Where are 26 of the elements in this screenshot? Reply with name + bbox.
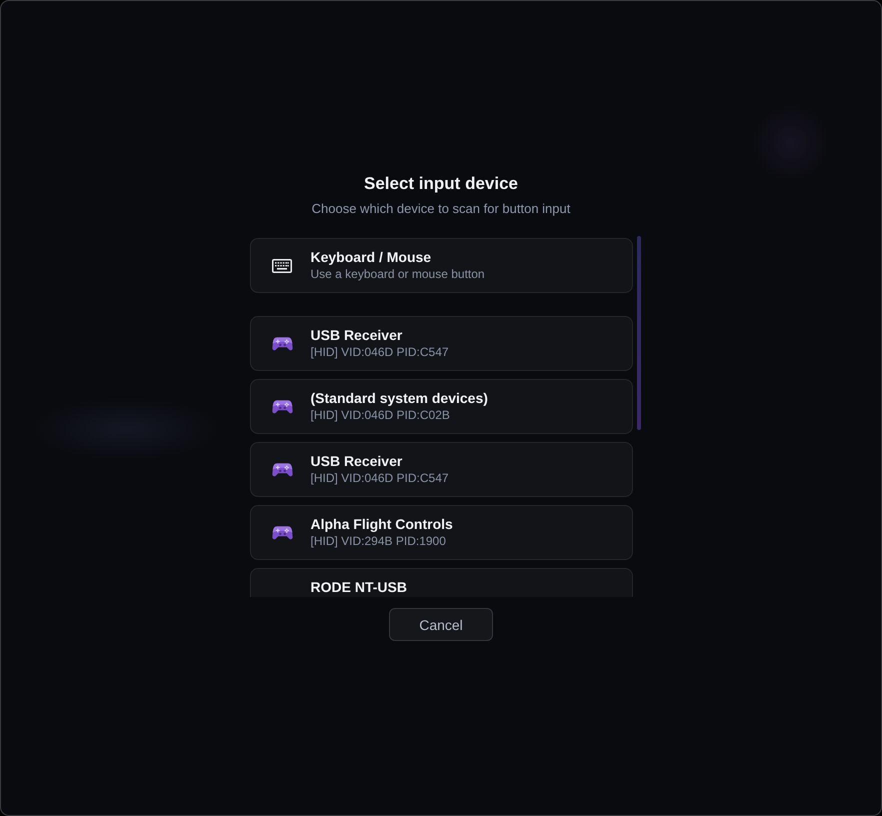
device-name: USB Receiver <box>310 327 404 344</box>
device-detail: Use a keyboard or mouse button <box>310 267 485 282</box>
gamepad-icon <box>272 525 292 540</box>
device-name: USB Receiver <box>310 453 404 470</box>
device-detail: [HID] VID:046D PID:C547 <box>310 471 449 486</box>
keyboard-icon <box>272 258 292 272</box>
gamepad-icon <box>272 462 292 477</box>
dialog-subtitle: Choose which device to scan for button input <box>312 200 570 218</box>
scrollbar-thumb[interactable] <box>636 236 640 430</box>
gamepad-icon <box>272 399 292 414</box>
device-option[interactable]: (Standard system devices) [HID] VID:046D PID:C02B <box>250 379 632 434</box>
dialog-title: Select input device <box>364 173 518 195</box>
device-detail: [HID] VID:046D PID:C02B <box>310 408 451 423</box>
device-option[interactable]: USB Receiver [HID] VID:046D PID:C547 <box>250 316 632 371</box>
gamepad-icon <box>272 336 292 351</box>
device-detail: [HID] VID:046D PID:C547 <box>310 345 449 360</box>
device-name: Keyboard / Mouse <box>310 249 432 266</box>
device-name: Alpha Flight Controls <box>310 516 453 533</box>
device-name: (Standard system devices) <box>310 390 488 407</box>
cancel-button[interactable]: Cancel <box>389 608 493 641</box>
device-option[interactable]: RODE NT-USB <box>250 568 632 597</box>
device-option[interactable]: Keyboard / Mouse Use a keyboard or mouse button <box>250 238 632 293</box>
device-detail: [HID] VID:294B PID:1900 <box>310 534 447 549</box>
device-option[interactable]: USB Receiver [HID] VID:046D PID:C547 <box>250 442 632 497</box>
device-option[interactable]: Alpha Flight Controls [HID] VID:294B PID:1900 <box>250 505 632 560</box>
device-name: RODE NT-USB <box>310 579 407 596</box>
